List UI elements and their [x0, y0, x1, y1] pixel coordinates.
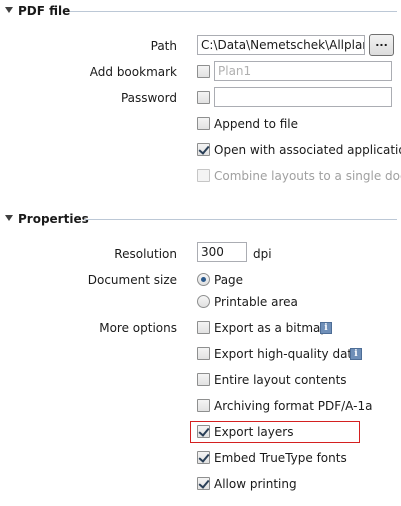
open-assoc-label: Open with associated application — [214, 143, 401, 157]
password-input[interactable] — [214, 87, 392, 107]
resolution-input[interactable]: 300 — [197, 242, 247, 262]
open-assoc-checkbox[interactable] — [197, 143, 210, 156]
doc-size-radio-printable[interactable] — [197, 295, 210, 308]
combine-checkbox — [197, 169, 210, 182]
doc-size-option-page: Page — [214, 273, 244, 287]
more-options-label: More options — [99, 321, 177, 335]
info-icon[interactable]: i — [320, 322, 332, 334]
checkmark-icon — [198, 143, 210, 155]
section-header-pdf-file[interactable]: PDF file — [0, 2, 401, 20]
append-checkbox[interactable] — [197, 117, 210, 130]
info-icon[interactable]: i — [350, 348, 362, 360]
checkmark-icon — [198, 477, 210, 489]
section-title-pdf-file: PDF file — [18, 4, 71, 18]
collapse-arrow-icon[interactable] — [5, 7, 13, 13]
export-layers-checkbox[interactable] — [197, 425, 210, 438]
export-bitmap-label: Export as a bitmap — [214, 321, 328, 335]
export-layers-label: Export layers — [214, 425, 294, 439]
export-bitmap-checkbox[interactable] — [197, 321, 210, 334]
embed-fonts-label: Embed TrueType fonts — [214, 451, 347, 465]
export-hq-checkbox[interactable] — [197, 347, 210, 360]
path-input[interactable]: C:\Data\Nemetschek\Allplan20 — [197, 35, 365, 55]
password-checkbox[interactable] — [197, 91, 210, 104]
checkmark-icon — [198, 451, 210, 463]
entire-layout-checkbox[interactable] — [197, 373, 210, 386]
checkmark-icon — [198, 425, 210, 437]
allow-printing-checkbox[interactable] — [197, 477, 210, 490]
entire-layout-label: Entire layout contents — [214, 373, 347, 387]
allow-printing-label: Allow printing — [214, 477, 297, 491]
export-hq-label: Export high-quality data — [214, 347, 360, 361]
embed-fonts-checkbox[interactable] — [197, 451, 210, 464]
bookmark-label: Add bookmark — [89, 65, 177, 79]
collapse-arrow-icon[interactable] — [5, 215, 13, 221]
bookmark-input[interactable]: Plan1 — [214, 61, 392, 81]
bookmark-checkbox[interactable] — [197, 65, 210, 78]
section-divider — [70, 11, 397, 12]
doc-size-radio-page[interactable] — [197, 273, 210, 286]
resolution-unit: dpi — [253, 247, 272, 261]
append-label: Append to file — [214, 117, 298, 131]
section-divider — [84, 219, 397, 220]
password-label: Password — [120, 91, 177, 105]
section-title-properties: Properties — [18, 212, 89, 226]
archiving-checkbox[interactable] — [197, 399, 210, 412]
combine-label: Combine layouts to a single doc... — [214, 169, 401, 183]
doc-size-label: Document size — [87, 273, 177, 287]
browse-button[interactable]: ... — [369, 34, 394, 56]
resolution-label: Resolution — [114, 247, 177, 261]
doc-size-option-printable: Printable area — [214, 295, 298, 309]
section-header-properties[interactable]: Properties — [0, 210, 401, 228]
archiving-label: Archiving format PDF/A-1a — [214, 399, 373, 413]
path-label: Path — [150, 39, 177, 53]
radio-dot-icon — [201, 277, 206, 282]
